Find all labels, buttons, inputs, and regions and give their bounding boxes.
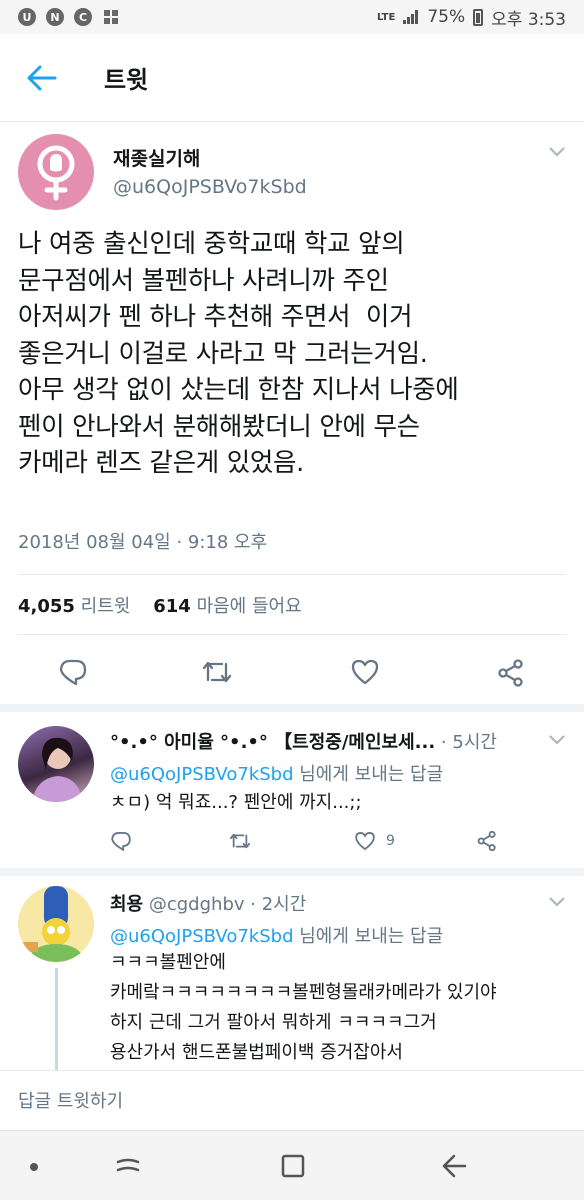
app-c-icon: C [74, 8, 92, 26]
reply-label: 님에게 보내는 답글 [299, 764, 444, 785]
retweet-button[interactable] [228, 830, 252, 852]
reply-body: ㅊㅁ) 억 뭐죠...? 펜안에 까지...;; [110, 788, 570, 818]
tweet-actions [0, 642, 584, 702]
app-header: 트윗 [0, 34, 584, 122]
avatar[interactable] [18, 886, 94, 962]
reply-line: ㅊㅁ) 억 뭐죠...? 펜안에 까지...;; [110, 792, 362, 813]
replying-to: @u6QoJPSBVo7kSbd 님에게 보내는 답글 [110, 760, 443, 786]
reply-time: · 2시간 [250, 894, 307, 915]
signal-icon [403, 10, 419, 24]
reply-author-handle[interactable]: @cgdghbv [149, 894, 245, 915]
dot-icon[interactable] [28, 1161, 40, 1173]
heart-icon[interactable] [350, 658, 380, 686]
reply-icon[interactable] [58, 658, 88, 686]
share-button[interactable] [476, 830, 498, 852]
mention-link[interactable]: @u6QoJPSBVo7kSbd [110, 764, 294, 785]
mention-link[interactable]: @u6QoJPSBVo7kSbd [110, 926, 294, 947]
reply-line: 하지 근데 그거 팔아서 뭐하게 ㅋㅋㅋㅋ그거 [110, 1012, 437, 1033]
like-count[interactable]: 614 [153, 596, 191, 617]
retweet-label[interactable]: 리트윗 [81, 596, 131, 617]
reply-compose-input[interactable]: 답글 트윗하기 [0, 1070, 584, 1128]
reply-line: 카메랔ㅋㅋㅋㅋㅋㅋㅋㅋ볼펜형몰래카메라가 있기야 [110, 982, 497, 1003]
system-indicators: LTE 75% 오후 3:53 [377, 5, 566, 30]
divider [18, 574, 566, 575]
system-nav-bar [0, 1130, 584, 1200]
tweet-line: 아저씨가 펜 하나 추천해 주면서 이거 [18, 302, 413, 332]
heart-icon [355, 832, 375, 851]
divider [18, 634, 566, 635]
reply-line: ㅋㅋㅋ볼펜안에 [110, 952, 226, 973]
reply-time: · 5시간 [440, 732, 497, 753]
battery-percent: 75% [427, 7, 466, 27]
section-separator [0, 704, 584, 712]
like-button[interactable]: 9 [354, 830, 395, 852]
lte-indicator: LTE [376, 11, 396, 23]
section-separator [0, 868, 584, 876]
author-handle[interactable]: @u6QoJPSBVo7kSbd [113, 176, 307, 198]
reply-like-count: 9 [386, 833, 395, 849]
share-icon [477, 830, 496, 852]
share-icon[interactable] [496, 658, 526, 688]
home-icon[interactable] [280, 1153, 306, 1179]
reply-line: 용산가서 핸드폰불법페이백 증거잡아서 [110, 1042, 403, 1063]
app-n-icon: N [46, 8, 64, 26]
back-nav-icon[interactable] [440, 1153, 468, 1179]
grid-icon [102, 8, 120, 26]
chevron-down-icon[interactable] [548, 734, 566, 746]
back-button[interactable] [0, 34, 84, 122]
tweet-line: 나 여중 출신인데 중학교때 학교 앞의 [18, 229, 405, 259]
tweet-timestamp: 2018년 08월 04일 · 9:18 오후 [18, 532, 268, 553]
tweet-stats: 4,055 리트윗 614 마음에 들어요 [18, 592, 302, 618]
app-u-icon: U [18, 8, 36, 26]
reply-header: °•.•° 아미율 °•.•° 【트정중/메인보세... · 5시간 [110, 728, 497, 754]
page-title: 트윗 [104, 66, 149, 94]
retweet-count[interactable]: 4,055 [18, 596, 75, 617]
tweet-author: 재좆실기해 @u6QoJPSBVo7kSbd [0, 122, 584, 218]
reply-author-name[interactable]: °•.•° 아미율 °•.•° 【트정중/메인보세... [110, 732, 435, 753]
tweet-line: 아무 생각 없이 샀는데 한참 지나서 나중에 [18, 375, 459, 405]
main-tweet: 재좆실기해 @u6QoJPSBVo7kSbd 나 여중 출신인데 중학교때 학교… [0, 122, 584, 687]
retweet-icon[interactable] [200, 658, 234, 686]
arrow-left-icon [27, 65, 57, 90]
tweet-line: 좋은거니 이걸로 사라고 막 그러는거임. [18, 338, 428, 369]
like-label[interactable]: 마음에 들어요 [197, 596, 302, 617]
notification-icons: U N C [18, 8, 120, 26]
reply-button[interactable] [110, 830, 132, 852]
reply-icon [111, 832, 131, 852]
reply-label: 님에게 보내는 답글 [299, 926, 444, 947]
avatar[interactable] [18, 134, 94, 210]
author-name[interactable]: 재좆실기해 [113, 144, 200, 171]
chevron-down-icon[interactable] [548, 896, 566, 908]
venus-fist-icon [37, 145, 75, 201]
compose-placeholder: 답글 트윗하기 [18, 1090, 124, 1112]
reply-body: ㅋㅋㅋ볼펜안에 카메랔ㅋㅋㅋㅋㅋㅋㅋㅋ볼펜형몰래카메라가 있기야 하지 근데 그… [110, 948, 570, 1068]
status-bar: U N C LTE 75% 오후 3:53 [0, 0, 584, 34]
reply-tweet[interactable]: °•.•° 아미율 °•.•° 【트정중/메인보세... · 5시간 @u6Qo… [0, 712, 584, 868]
reply-tweet[interactable]: 최용 @cgdghbv · 2시간 @u6QoJPSBVo7kSbd 님에게 보… [0, 876, 584, 1070]
reply-actions: 9 [110, 830, 530, 860]
tweet-line: 문구점에서 볼펜하나 사려니까 주인 [18, 265, 389, 296]
tweet-line: 카메라 렌즈 같은게 있었음. [18, 448, 304, 478]
battery-icon [473, 8, 484, 26]
chevron-down-icon[interactable] [548, 146, 566, 158]
reply-author-name[interactable]: 최용 [110, 894, 143, 915]
reply-header: 최용 @cgdghbv · 2시간 [110, 890, 306, 916]
tweet-line: 펜이 안나와서 분해해봤더니 안에 무슨 [18, 411, 420, 442]
thread-line [55, 968, 58, 1070]
retweet-icon [229, 833, 251, 849]
avatar[interactable] [18, 726, 94, 802]
replying-to: @u6QoJPSBVo7kSbd 님에게 보내는 답글 [110, 922, 443, 948]
recent-apps-icon[interactable] [114, 1153, 142, 1179]
clock: 오후 3:53 [491, 9, 566, 30]
tweet-body: 나 여중 출신인데 중학교때 학교 앞의 문구점에서 볼펜하나 사려니까 주인 … [18, 226, 578, 482]
